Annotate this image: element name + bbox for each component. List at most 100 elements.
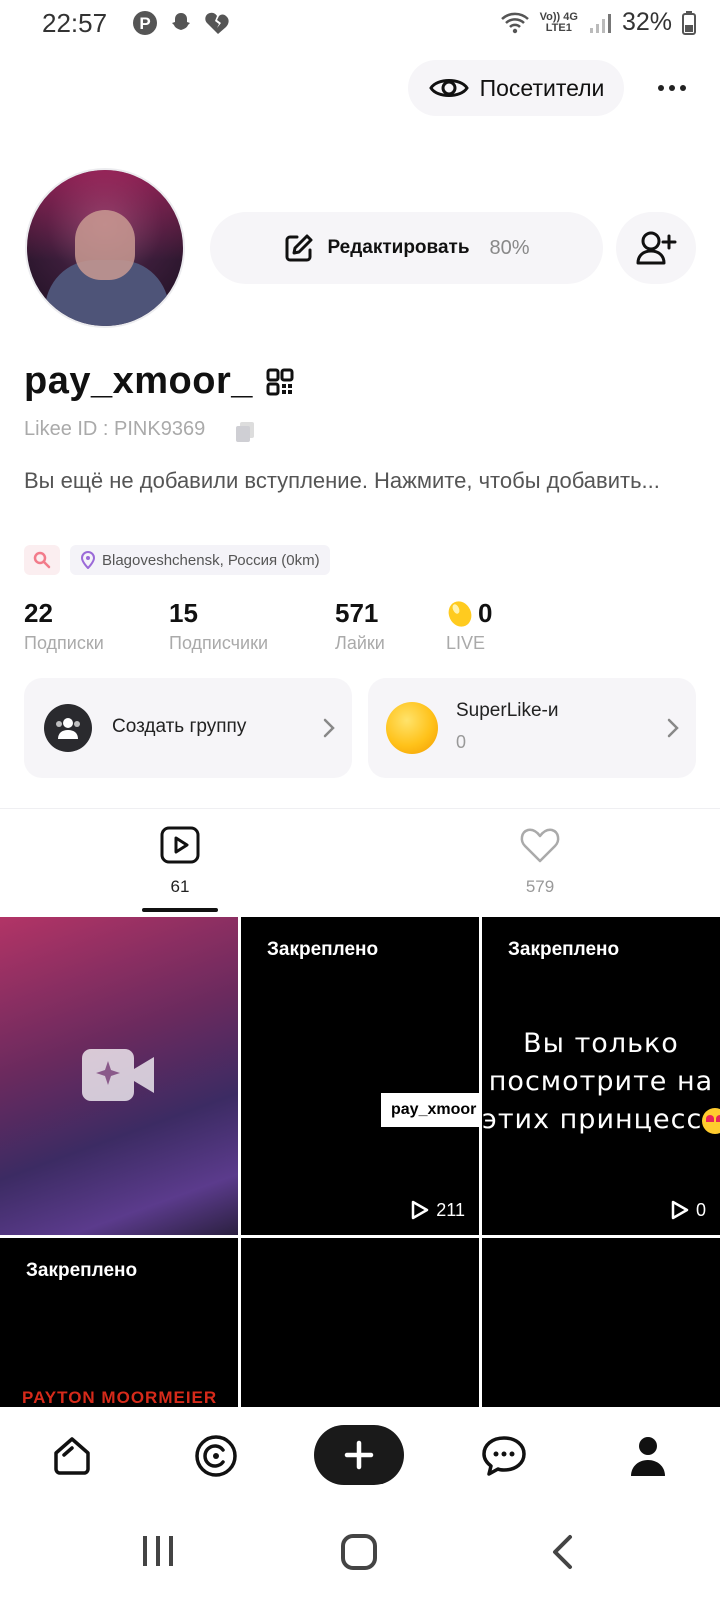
username: pay_xmoor_ xyxy=(24,360,253,402)
profile-completion-percent: 80% xyxy=(489,236,530,259)
create-group-card[interactable]: Создать группу xyxy=(24,678,352,778)
bottom-navigation xyxy=(0,1407,720,1505)
snapchat-icon xyxy=(172,13,190,30)
superlike-icon xyxy=(386,702,438,754)
view-count: 211 xyxy=(410,1199,465,1221)
group-icon-circle xyxy=(44,704,92,752)
recent-apps-icon[interactable] xyxy=(140,1533,176,1569)
bio-placeholder[interactable]: Вы ещё не добавили вступление. Нажмите, … xyxy=(24,464,664,497)
video-caption-overlay: Вы только посмотрите на этих принцесс xyxy=(482,1025,720,1139)
battery-percent: 32% xyxy=(621,8,672,36)
avatar-face xyxy=(75,210,135,280)
pinned-label: Закреплено xyxy=(508,939,620,960)
more-dot xyxy=(680,85,686,91)
profile-icon xyxy=(631,1437,665,1476)
stat-live[interactable]: 0 LIVE xyxy=(446,598,492,654)
network-bottom-label: LTE1 xyxy=(545,21,572,34)
create-group-label: Создать группу xyxy=(112,716,247,737)
edit-profile-label: Редактировать xyxy=(327,237,470,258)
video-caption-overlay: PAYTON MOORMEIER xyxy=(22,1388,218,1407)
likee-id: Likee ID : PINK9369 xyxy=(24,418,206,440)
stat-live-value-row: 0 xyxy=(446,598,492,629)
qr-code-icon[interactable] xyxy=(266,368,294,396)
view-count-value: 0 xyxy=(695,1199,706,1220)
profile-stats: 22 Подписки 15 Подписчики 571 Лайки 0 LI… xyxy=(24,598,524,658)
videos-count: 61 xyxy=(170,877,190,896)
group-icon xyxy=(56,718,80,739)
video-camera-icon xyxy=(82,1049,154,1101)
caption-line-row: этих принцесс xyxy=(482,1101,720,1139)
system-home-icon[interactable] xyxy=(340,1533,378,1571)
edit-profile-button[interactable]: Редактировать 80% xyxy=(210,212,603,284)
network-top-label: Vo)) 4G xyxy=(539,10,578,23)
caption-line: этих принцесс xyxy=(482,1104,703,1135)
video-tile-draft[interactable] xyxy=(0,917,238,1235)
search-tag[interactable] xyxy=(24,545,60,575)
signal-icon xyxy=(589,13,611,33)
pinterest-icon: P xyxy=(133,11,157,35)
stat-followers-value: 15 xyxy=(169,598,198,628)
broken-heart-icon xyxy=(205,12,229,35)
system-navigation-bar xyxy=(0,1505,720,1600)
search-off-icon xyxy=(33,551,51,569)
video-tile[interactable] xyxy=(241,1238,479,1407)
video-tile[interactable] xyxy=(482,1238,720,1407)
section-divider xyxy=(0,808,720,809)
view-count-value: 211 xyxy=(436,1199,465,1220)
back-icon[interactable] xyxy=(550,1533,574,1571)
status-bar: 22:57 P Vo)) 4G LTE1 32% xyxy=(0,0,720,46)
svg-text:P: P xyxy=(139,14,150,33)
create-video-button[interactable] xyxy=(314,1425,404,1485)
chevron-right-icon xyxy=(323,718,335,738)
stat-following-label: Подписки xyxy=(24,633,104,653)
heart-eyes-emoji-icon xyxy=(702,1107,720,1134)
visitors-button[interactable]: Посетители xyxy=(408,60,624,116)
location-tag[interactable]: Blagoveshchensk, Россия (0km) xyxy=(70,545,330,575)
add-user-icon xyxy=(636,231,677,265)
status-time: 22:57 xyxy=(42,8,108,38)
nav-home[interactable] xyxy=(42,1431,102,1481)
pinned-label: Закреплено xyxy=(26,1260,138,1281)
eye-icon xyxy=(428,79,469,97)
nav-explore[interactable] xyxy=(186,1431,246,1481)
copy-icon[interactable] xyxy=(234,420,256,444)
notification-icons: P xyxy=(132,10,232,36)
network-type: Vo)) 4G LTE1 xyxy=(539,10,578,34)
stat-likes[interactable]: 571 Лайки xyxy=(335,598,385,654)
video-play-icon xyxy=(160,826,200,864)
home-icon xyxy=(54,1437,90,1475)
location-pin-icon xyxy=(80,551,96,569)
superlike-card[interactable]: SuperLike-и 0 xyxy=(368,678,696,778)
tab-videos[interactable]: 61 xyxy=(130,826,230,897)
status-system-icons: Vo)) 4G LTE1 32% xyxy=(500,8,696,37)
video-tile[interactable]: Закреплено PAYTON MOORMEIER xyxy=(0,1238,238,1407)
nav-profile[interactable] xyxy=(618,1431,678,1481)
tab-liked[interactable]: 579 xyxy=(490,826,590,897)
stat-live-value: 0 xyxy=(478,598,493,628)
nav-messages[interactable] xyxy=(474,1431,534,1481)
caption-line: Вы только xyxy=(523,1028,679,1059)
stat-likes-value: 571 xyxy=(335,598,379,628)
play-icon xyxy=(671,1200,689,1220)
video-tile[interactable]: Закреплено pay_xmoor 211 xyxy=(241,917,479,1235)
liked-count: 579 xyxy=(525,877,555,896)
video-watermark: pay_xmoor xyxy=(381,1093,479,1127)
more-options-button[interactable] xyxy=(650,70,694,106)
add-friend-button[interactable] xyxy=(616,212,696,284)
bean-icon xyxy=(448,600,472,627)
stat-live-label: LIVE xyxy=(446,633,486,653)
chevron-right-icon xyxy=(667,718,679,738)
avatar[interactable] xyxy=(25,168,185,328)
battery-icon xyxy=(682,10,696,35)
stat-followers[interactable]: 15 Подписчики xyxy=(169,598,268,654)
heart-icon xyxy=(520,828,560,863)
stat-likes-label: Лайки xyxy=(335,633,385,653)
chat-bubble-icon xyxy=(482,1436,526,1476)
caption-line: посмотрите на xyxy=(488,1066,714,1097)
stat-following[interactable]: 22 Подписки xyxy=(24,598,104,654)
superlike-count: 0 xyxy=(456,732,467,752)
view-count: 0 xyxy=(670,1199,706,1221)
video-tile[interactable]: Закреплено Вы только посмотрите на этих … xyxy=(482,917,720,1235)
edit-icon xyxy=(285,234,313,262)
location-label: Blagoveshchensk, Россия (0km) xyxy=(102,551,320,569)
